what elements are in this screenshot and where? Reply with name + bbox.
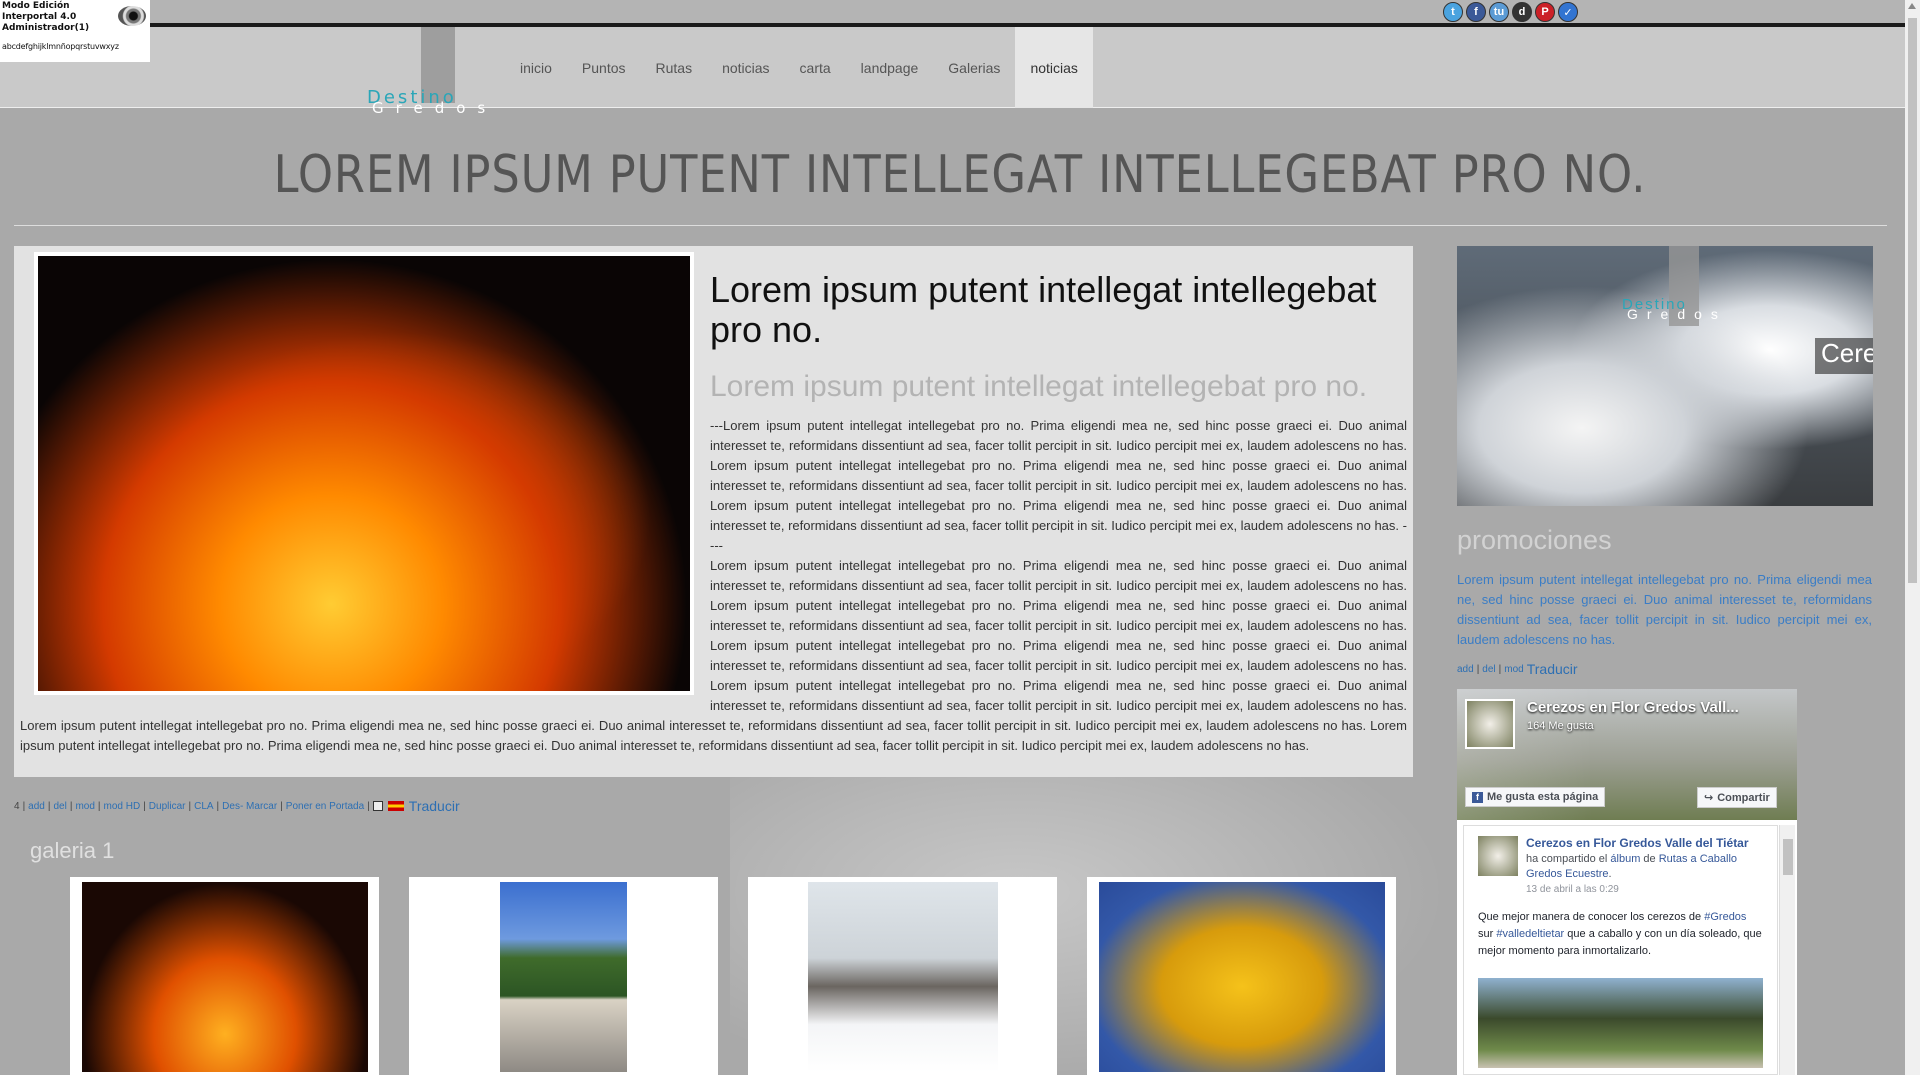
promo-add-link[interactable]: add <box>1457 664 1474 675</box>
fb-post-author[interactable]: Cerezos en Flor Gredos Valle del Tiétar <box>1526 836 1749 850</box>
fb-post-header: Cerezos en Flor Gredos Valle del Tiétar … <box>1526 836 1749 880</box>
nav-item-galerias[interactable]: Galerias <box>933 27 1015 108</box>
facebook-icon: f <box>1472 791 1483 803</box>
fb-post-body: Que mejor manera de conocer los cerezos … <box>1478 909 1763 960</box>
fb-post-image[interactable] <box>1478 978 1763 1068</box>
gallery-thumb-3[interactable] <box>748 877 1057 1075</box>
fb-post: Cerezos en Flor Gredos Valle del Tiétar … <box>1463 825 1778 1075</box>
promo-admin-links: add | del | mod Traducir <box>1457 661 1578 677</box>
banner-caption: Cere <box>1815 338 1873 374</box>
promo-translate-link[interactable]: Traducir <box>1527 661 1578 677</box>
top-black-stripe <box>0 23 1905 27</box>
fb-post-tag-gredos[interactable]: #Gredos <box>1704 911 1746 923</box>
fb-post-de: de <box>1643 853 1656 865</box>
article-photo-fire-horse[interactable] <box>34 252 694 695</box>
fb-post-tag-valle[interactable]: #valledeltietar <box>1496 928 1564 940</box>
article-box: Lorem ipsum putent intellegat intellegeb… <box>14 246 1413 777</box>
share-arrow-icon: ↪ <box>1704 792 1714 804</box>
facebook-page-widget: Cerezos en Flor Gredos Vall... 164 Me gu… <box>1457 689 1797 1075</box>
sidebar-banner[interactable]: Destino Gredos Cere <box>1457 246 1873 506</box>
edit-mode-box[interactable]: Modo Edición Interportal 4.0 Administrad… <box>0 0 150 62</box>
fb-page-avatar[interactable] <box>1465 699 1515 749</box>
snowy-street-image <box>807 882 998 1072</box>
print-icon[interactable] <box>372 801 383 811</box>
promo-title: promociones <box>1457 525 1612 555</box>
admin-cla-link[interactable]: CLA <box>194 801 213 812</box>
gallery-thumbnails <box>70 877 1396 1075</box>
article-count: 4 <box>14 800 20 812</box>
nav-item-rutas[interactable]: Rutas <box>641 27 708 108</box>
digg-icon[interactable]: d <box>1512 2 1532 22</box>
twitter-icon[interactable]: t <box>1443 2 1463 22</box>
page-scrollbar[interactable] <box>1905 0 1920 1075</box>
pinterest-icon[interactable]: P <box>1535 2 1555 22</box>
title-divider <box>14 225 1887 226</box>
main-nav: inicio Puntos Rutas noticias carta landp… <box>505 27 1093 108</box>
fire-horse-image <box>81 882 368 1072</box>
promo-mod-link[interactable]: mod <box>1504 664 1523 675</box>
spain-flag-icon[interactable] <box>387 801 404 811</box>
delicious-icon[interactable]: ✓ <box>1558 2 1578 22</box>
nav-item-landpage[interactable]: landpage <box>846 27 934 108</box>
admin-mod-hd-link[interactable]: mod HD <box>104 801 141 812</box>
fb-share-label: Compartir <box>1717 791 1770 804</box>
gallery-thumb-1[interactable] <box>70 877 379 1075</box>
nav-item-noticias-active[interactable]: noticias <box>1015 27 1093 108</box>
admin-portada-link[interactable]: Poner en Portada <box>286 801 364 812</box>
eye-icon[interactable] <box>118 6 146 26</box>
page-scroll-thumb[interactable] <box>1908 18 1917 583</box>
social-icons-bar: t f tu d P ✓ <box>1443 2 1578 22</box>
fb-scroll-thumb[interactable] <box>1783 839 1793 875</box>
fb-page-name[interactable]: Cerezos en Flor Gredos Vall... <box>1527 699 1739 716</box>
pine-tree-image <box>500 882 627 1072</box>
admin-mod-link[interactable]: mod <box>75 801 94 812</box>
autumn-tree-image <box>1098 882 1385 1072</box>
promo-text[interactable]: Lorem ipsum putent intellegat intellegeb… <box>1457 570 1872 650</box>
fb-like-button[interactable]: f Me gusta esta página <box>1465 787 1606 807</box>
gallery-thumb-2[interactable] <box>409 877 718 1075</box>
translate-link[interactable]: Traducir <box>409 798 460 814</box>
fb-post-avatar[interactable] <box>1478 836 1518 876</box>
admin-desmarcar-link[interactable]: Des- Marcar <box>222 801 277 812</box>
fb-share-button[interactable]: ↪ Compartir <box>1697 787 1777 808</box>
nav-item-puntos[interactable]: Puntos <box>567 27 641 108</box>
nav-item-inicio[interactable]: inicio <box>505 27 567 108</box>
nav-item-noticias[interactable]: noticias <box>707 27 784 108</box>
logo-text-gredos[interactable]: Gredos <box>372 99 497 117</box>
fb-post-date[interactable]: 13 de abril a las 0:29 <box>1526 884 1763 895</box>
admin-duplicar-link[interactable]: Duplicar <box>149 801 186 812</box>
fb-post-body-1: Que mejor manera de conocer los cerezos … <box>1478 911 1702 923</box>
admin-add-link[interactable]: add <box>28 801 45 812</box>
promo-del-link[interactable]: del <box>1482 664 1495 675</box>
gallery-title: galeria 1 <box>30 838 115 863</box>
fb-post-action: ha compartido el <box>1526 853 1608 865</box>
gallery-thumb-4[interactable] <box>1087 877 1396 1075</box>
article-admin-links: 4 | add | del | mod | mod HD | Duplicar … <box>14 798 460 814</box>
site-header: Destino Gredos inicio Puntos Rutas notic… <box>0 27 1905 117</box>
admin-del-link[interactable]: del <box>53 801 66 812</box>
scroll-up-icon[interactable] <box>1908 3 1916 9</box>
fb-widget-scrollbar[interactable] <box>1779 825 1795 1075</box>
page-title: LOREM IPSUM PUTENT INTELLEGAT INTELLEGEB… <box>273 145 1647 205</box>
tuenti-icon[interactable]: tu <box>1489 2 1509 22</box>
fb-post-body-2: sur <box>1478 928 1494 940</box>
fb-cover-photo[interactable]: Cerezos en Flor Gredos Vall... 164 Me gu… <box>1457 689 1797 820</box>
nav-item-carta[interactable]: carta <box>785 27 846 108</box>
facebook-icon[interactable]: f <box>1466 2 1486 22</box>
banner-logo-gredos: Gredos <box>1627 306 1727 322</box>
top-strip <box>0 0 1905 23</box>
alphabet-index[interactable]: abcdefghijklmnñopqrstuvwxyz <box>2 41 148 52</box>
fb-post-album-link[interactable]: álbum <box>1610 853 1640 865</box>
fb-like-label: Me gusta esta página <box>1487 791 1599 803</box>
fb-page-likes: 164 Me gusta <box>1527 720 1594 732</box>
